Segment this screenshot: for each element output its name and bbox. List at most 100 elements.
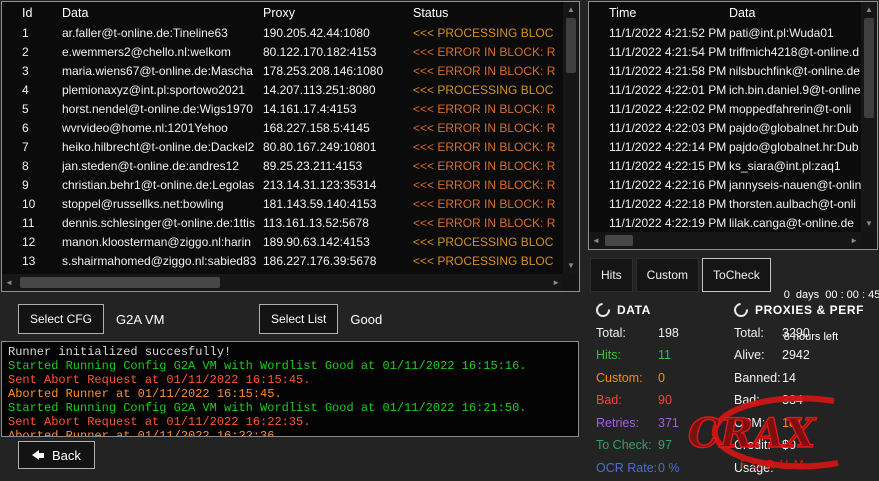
cell-data: heiko.hilbrecht@t-online.de:Dackel2 [62, 140, 263, 154]
runner-table-row[interactable]: 11dennis.schlesinger@t-online.de:1ttis11… [2, 213, 563, 232]
stat-value-cpm: 101 [782, 416, 803, 430]
runner-table-row[interactable]: 6wvrvideo@home.nl:1201Yehoo168.227.158.5… [2, 118, 563, 137]
column-header-time[interactable]: Time [609, 6, 729, 20]
runner-table-row[interactable]: 13s.shairmahomed@ziggo.nl:sabied83186.22… [2, 251, 563, 270]
left-vscroll-thumb[interactable] [566, 18, 576, 73]
column-header-proxy[interactable]: Proxy [263, 6, 413, 20]
stat-value-hits: 11 [658, 348, 671, 362]
cell-proxy: 186.227.176.39:5678 [263, 254, 413, 268]
scroll-left-icon[interactable]: ◄ [592, 237, 600, 245]
runner-table-row[interactable]: 5horst.nendel@t-online.de:Wigs197014.161… [2, 99, 563, 118]
cell-proxy: 14.161.17.4:4153 [263, 102, 413, 116]
column-header-id[interactable]: Id [22, 6, 62, 20]
select-list-button[interactable]: Select List [259, 304, 338, 334]
cell-hit-data: pajdo@globalnet.hr:Dub [729, 140, 861, 154]
hits-table-row[interactable]: 11/1/2022 4:22:16 PMjannyseis-nauen@t-on… [589, 175, 861, 194]
hits-table-row[interactable]: 11/1/2022 4:22:02 PMmoppedfahrerin@t-onl… [589, 99, 861, 118]
cell-time: 11/1/2022 4:22:03 PM [609, 121, 729, 135]
runner-table-row[interactable]: 7heiko.hilbrecht@t-online.de:Dackel280.8… [2, 137, 563, 156]
log-line: Started Running Config G2A VM with Wordl… [8, 359, 572, 373]
scroll-right-icon[interactable]: ► [552, 279, 560, 287]
right-vertical-scrollbar[interactable]: ▲ ▼ [861, 2, 877, 232]
tab-tocheck[interactable]: ToCheck [702, 258, 771, 292]
log-line: Sent Abort Request at 01/11/2022 16:15:4… [8, 373, 572, 387]
log-console[interactable]: Runner initialized succesfully!Started R… [1, 341, 579, 437]
left-hscroll-thumb[interactable] [20, 277, 220, 288]
stat-usage: Usage: [734, 461, 877, 475]
hits-table-row[interactable]: 11/1/2022 4:22:14 PMpajdo@globalnet.hr:D… [589, 137, 861, 156]
hits-table-row[interactable]: 11/1/2022 4:22:01 PMich.bin.daniel.9@t-o… [589, 80, 861, 99]
runner-table-row[interactable]: 1ar.faller@t-online.de:Tineline63190.205… [2, 23, 563, 42]
cell-proxy: 14.207.113.251:8080 [263, 83, 413, 97]
cell-status: <<< PROCESSING BLOC [413, 83, 563, 97]
cell-status: <<< ERROR IN BLOCK: R [413, 121, 563, 135]
tab-custom[interactable]: Custom [636, 258, 699, 292]
log-line: Aborted Runner at 01/11/2022 16:22:36. [8, 429, 572, 437]
stat-ocr-rate: OCR Rate:0 % [596, 461, 732, 475]
hits-table-row[interactable]: 11/1/2022 4:22:19 PMlilak.canga@t-online… [589, 213, 861, 232]
column-header-hits-data[interactable]: Data [729, 6, 861, 20]
column-header-status[interactable]: Status [413, 6, 563, 20]
cell-id: 9 [22, 178, 62, 192]
hits-table-row[interactable]: 11/1/2022 4:22:15 PMks_siara@int.pl:zaq1 [589, 156, 861, 175]
cell-data: manon.kloosterman@ziggo.nl:harin [62, 235, 263, 249]
left-vertical-scrollbar[interactable]: ▲ ▼ [563, 2, 579, 274]
right-horizontal-scrollbar[interactable]: ◄ ► [589, 232, 861, 249]
runner-table-row[interactable]: 2e.wemmers2@chello.nl:welkom80.122.170.1… [2, 42, 563, 61]
cell-proxy: 190.205.42.44:1080 [263, 26, 413, 40]
cell-status: <<< ERROR IN BLOCK: R [413, 45, 563, 59]
stat-label-cpm: CPM: [734, 416, 782, 430]
hits-table-row[interactable]: 11/1/2022 4:22:18 PMthorsten.aulbach@t-o… [589, 194, 861, 213]
cell-hit-data: pajdo@globalnet.hr:Dub [729, 121, 861, 135]
tab-hits[interactable]: Hits [590, 258, 633, 292]
cell-data: e.wemmers2@chello.nl:welkom [62, 45, 263, 59]
proxies-stats-items: Total:3290Alive:2942Banned:14Bad:334CPM:… [734, 326, 877, 475]
cell-proxy: 89.25.23.211:4153 [263, 159, 413, 173]
runner-table-row[interactable]: 12manon.kloosterman@ziggo.nl:harin189.90… [2, 232, 563, 251]
cell-status: <<< PROCESSING BLOC [413, 254, 563, 268]
cell-hit-data: ks_siara@int.pl:zaq1 [729, 159, 861, 173]
scroll-down-icon[interactable]: ▼ [865, 216, 873, 232]
cell-hit-data: moppedfahrerin@t-onli [729, 102, 861, 116]
cell-status: <<< ERROR IN BLOCK: R [413, 216, 563, 230]
hits-table-row[interactable]: 11/1/2022 4:21:58 PMnilsbuchfink@t-onlin… [589, 61, 861, 80]
scroll-left-icon[interactable]: ◄ [5, 279, 13, 287]
hits-table-row[interactable]: 11/1/2022 4:21:52 PMpati@int.pl:Wuda01 [589, 23, 861, 42]
right-vscroll-thumb[interactable] [864, 18, 874, 118]
stat-label-bad: Bad: [596, 393, 658, 407]
stat-value-to-check: 97 [658, 438, 672, 452]
cell-time: 11/1/2022 4:22:16 PM [609, 178, 729, 192]
stat-label-to-check: To Check: [596, 438, 658, 452]
cell-proxy: 178.253.208.146:1080 [263, 64, 413, 78]
stat-label-retries: Retries: [596, 416, 658, 430]
left-horizontal-scrollbar[interactable]: ◄ ► [2, 274, 563, 291]
stat-value-ocr-rate: 0 % [658, 461, 680, 475]
scroll-down-icon[interactable]: ▼ [567, 258, 575, 274]
cell-data: stoppel@russellks.net:bowling [62, 197, 263, 211]
scroll-up-icon[interactable]: ▲ [865, 2, 873, 18]
runner-table-row[interactable]: 3maria.wiens67@t-online.de:Mascha178.253… [2, 61, 563, 80]
runner-table-row[interactable]: 9christian.behr1@t-online.de:Legolas213.… [2, 175, 563, 194]
right-hscroll-thumb[interactable] [605, 235, 633, 246]
column-header-data[interactable]: Data [62, 6, 263, 20]
runner-data-panel: Id Data Proxy Status 1ar.faller@t-online… [1, 1, 580, 292]
hits-table-row[interactable]: 11/1/2022 4:22:03 PMpajdo@globalnet.hr:D… [589, 118, 861, 137]
cell-time: 11/1/2022 4:22:18 PM [609, 197, 729, 211]
log-line: Runner initialized succesfully! [8, 345, 572, 359]
hits-table-row[interactable]: 11/1/2022 4:21:54 PMtriffmich4218@t-onli… [589, 42, 861, 61]
log-line: Sent Abort Request at 01/11/2022 16:22:3… [8, 415, 572, 429]
stat-value-bad: 90 [658, 393, 672, 407]
log-line: Aborted Runner at 01/11/2022 16:15:45. [8, 387, 572, 401]
runner-table-row[interactable]: 8jan.steden@t-online.de:andres1289.25.23… [2, 156, 563, 175]
back-button[interactable]: Back [18, 441, 95, 469]
cell-hit-data: triffmich4218@t-online.d [729, 45, 861, 59]
scroll-up-icon[interactable]: ▲ [567, 2, 575, 18]
runner-table-row[interactable]: 10stoppel@russellks.net:bowling181.143.5… [2, 194, 563, 213]
stat-label-alive: Alive: [734, 348, 782, 362]
cell-hit-data: nilsbuchfink@t-online.de [729, 64, 861, 78]
select-cfg-button[interactable]: Select CFG [18, 304, 104, 334]
runner-table-row[interactable]: 4plemionaxyz@int.pl:sportowo202114.207.1… [2, 80, 563, 99]
hits-table-body: 11/1/2022 4:21:52 PMpati@int.pl:Wuda0111… [589, 23, 861, 232]
hits-list-panel: Time Data 11/1/2022 4:21:52 PMpati@int.p… [588, 1, 878, 250]
scroll-right-icon[interactable]: ► [850, 237, 858, 245]
